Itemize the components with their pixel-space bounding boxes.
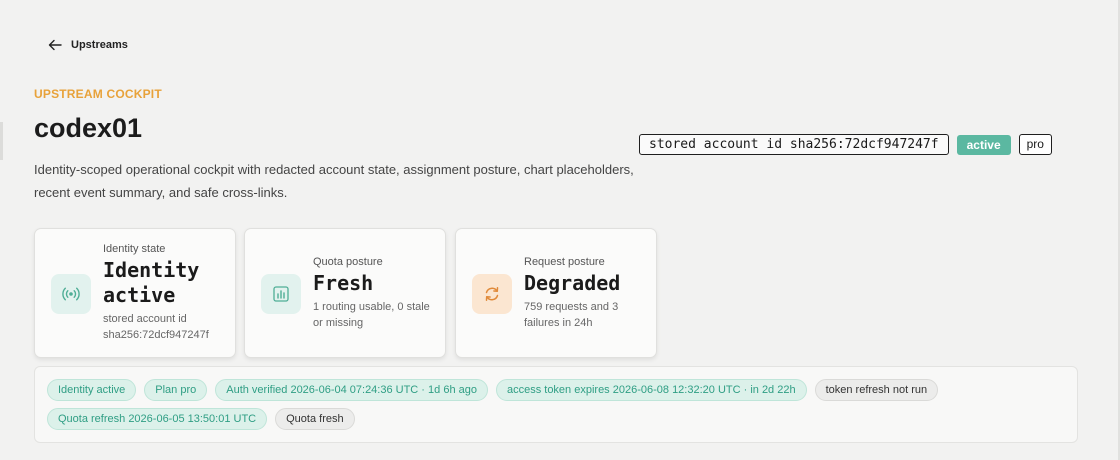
tag-row: Quota refresh 2026-06-05 13:50:01 UTC Qu… — [47, 408, 355, 430]
card-label: Request posture — [524, 256, 605, 268]
header-chips: stored account id sha256:72dcf947247f ac… — [639, 134, 1052, 155]
status-tags-panel: Identity active Plan pro Auth verified 2… — [34, 366, 1078, 443]
page-title: codex01 — [34, 113, 143, 143]
card-value: Identity active — [103, 258, 200, 307]
tag-token-refresh: token refresh not run — [814, 379, 939, 401]
account-id-chip: stored account id sha256:72dcf947247f — [639, 134, 949, 155]
tag-quota-fresh: Quota fresh — [275, 408, 355, 430]
bar-chart-icon — [261, 274, 301, 314]
card-subtext: 759 requests and 3 failures in 24h — [524, 301, 619, 329]
scroll-indicator — [0, 122, 3, 160]
tag-plan: Plan pro — [144, 379, 208, 401]
refresh-icon — [472, 274, 512, 314]
tag-identity-active: Identity active — [47, 379, 137, 401]
card-subtext: stored account id sha256:72dcf947247f — [103, 313, 209, 341]
card-subtext: 1 routing usable, 0 stale or missing — [313, 301, 430, 329]
tag-row: Identity active Plan pro Auth verified 2… — [47, 379, 939, 401]
card-label: Quota posture — [313, 256, 383, 268]
status-badge: active — [956, 134, 1011, 155]
back-to-upstreams-link[interactable]: Upstreams — [47, 37, 128, 53]
card-label: Identity state — [103, 243, 166, 255]
request-posture-card: Request posture Degraded 759 requests an… — [455, 228, 657, 358]
back-link-label: Upstreams — [71, 39, 128, 51]
identity-state-card: Identity state Identity active stored ac… — [34, 228, 236, 358]
plan-badge: pro — [1018, 134, 1052, 155]
quota-posture-card: Quota posture Fresh 1 routing usable, 0 … — [244, 228, 446, 358]
tag-access-token-expiry: access token expires 2026-06-08 12:32:20… — [495, 379, 807, 401]
page-description: Identity-scoped operational cockpit with… — [34, 162, 634, 200]
card-value: Fresh — [313, 271, 374, 295]
radio-signal-icon — [51, 274, 91, 314]
tag-quota-refresh: Quota refresh 2026-06-05 13:50:01 UTC — [47, 408, 268, 430]
tag-auth-verified: Auth verified 2026-06-04 07:24:36 UTC · … — [215, 379, 488, 401]
card-value: Degraded — [524, 271, 621, 295]
arrow-left-icon — [48, 39, 62, 51]
page-eyebrow: UPSTREAM COCKPIT — [34, 87, 162, 101]
